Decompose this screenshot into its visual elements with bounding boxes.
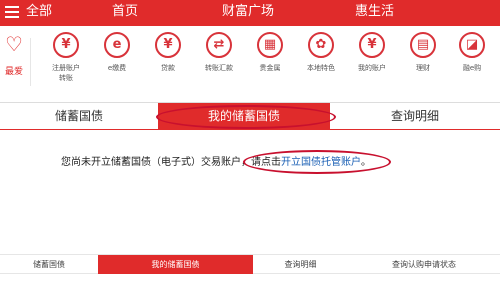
top-nav-bar: 全部 首页 财富广场 惠生活 <box>0 0 500 26</box>
finance-button[interactable]: ▤ 理财 <box>399 32 447 73</box>
favorites-label: 最爱 <box>4 67 23 77</box>
no-account-message: 您尚未开立储蓄国债（电子式）交易账户，请点击开立国债托管账户。 <box>61 156 371 170</box>
finance-label: 理财 <box>416 64 430 72</box>
message-end: 。 <box>361 157 371 168</box>
loan-label: 贷款 <box>161 64 175 72</box>
quick-access-row: ♡ 最爱 ¥ 注册账户 转账 e e缴费 ¥ 贷款 ⇄ 转账汇款 ▦ 贵金属 ✿… <box>0 26 500 98</box>
e-shop-icon: ◪ <box>459 32 485 58</box>
precious-metal-button[interactable]: ▦ 贵金属 <box>246 32 294 73</box>
e-shop-label: 融e购 <box>462 64 482 72</box>
transfer-icon: ⇄ <box>206 32 232 58</box>
e-payment-icon: e <box>104 32 130 58</box>
divider <box>30 38 31 86</box>
register-account-label-2: 转账 <box>59 74 73 82</box>
finance-icon: ▤ <box>410 32 436 58</box>
local-feature-button[interactable]: ✿ 本地特色 <box>297 32 345 73</box>
e-payment-button[interactable]: e e缴费 <box>93 32 141 73</box>
e-shop-button[interactable]: ◪ 融e购 <box>448 32 496 73</box>
message-text: 您尚未开立储蓄国债（电子式）交易账户， <box>61 157 251 168</box>
tab-my-savings-bonds[interactable]: 我的储蓄国债 <box>158 103 330 130</box>
e-payment-label: e缴费 <box>107 64 127 72</box>
bottom-tab-query-subscription[interactable]: 查询认购申请状态 <box>348 255 500 274</box>
loan-icon: ¥ <box>155 32 181 58</box>
bottom-tab-savings-bonds[interactable]: 储蓄国债 <box>0 255 98 274</box>
bottom-tabs: 储蓄国债 我的储蓄国债 查询明细 查询认购申请状态 <box>0 254 500 274</box>
register-account-label: 注册账户 <box>52 64 80 72</box>
nav-home[interactable]: 首页 <box>112 4 138 20</box>
tab-query-details[interactable]: 查询明细 <box>330 103 500 130</box>
menu-icon[interactable] <box>5 6 19 18</box>
nav-wealth-square[interactable]: 财富广场 <box>222 4 274 20</box>
bottom-tab-query-details[interactable]: 查询明细 <box>253 255 348 274</box>
precious-metal-icon: ▦ <box>257 32 283 58</box>
local-feature-icon: ✿ <box>308 32 334 58</box>
my-account-label: 我的账户 <box>358 64 386 72</box>
my-account-icon: ¥ <box>359 32 385 58</box>
tab-savings-bonds[interactable]: 储蓄国债 <box>0 103 158 130</box>
my-account-button[interactable]: ¥ 我的账户 <box>348 32 396 73</box>
transfer-button[interactable]: ⇄ 转账汇款 <box>195 32 243 73</box>
nav-all[interactable]: 全部 <box>26 4 52 20</box>
message-prompt: 请点击 <box>251 157 281 168</box>
register-account-icon: ¥ <box>53 32 79 58</box>
transfer-label: 转账汇款 <box>205 64 233 72</box>
loan-button[interactable]: ¥ 贷款 <box>144 32 192 73</box>
bottom-tab-my-savings-bonds[interactable]: 我的储蓄国债 <box>98 255 253 274</box>
favorites-button[interactable]: ♡ 最爱 <box>0 32 28 77</box>
local-feature-label: 本地特色 <box>307 64 335 72</box>
nav-life[interactable]: 惠生活 <box>355 4 394 20</box>
heart-icon: ♡ <box>5 32 23 56</box>
open-custody-account-link[interactable]: 开立国债托管账户 <box>281 157 361 168</box>
precious-metal-label: 贵金属 <box>259 64 281 72</box>
bond-tabs: 储蓄国债 我的储蓄国债 查询明细 <box>0 102 500 130</box>
register-account-button[interactable]: ¥ 注册账户 转账 <box>42 32 90 83</box>
